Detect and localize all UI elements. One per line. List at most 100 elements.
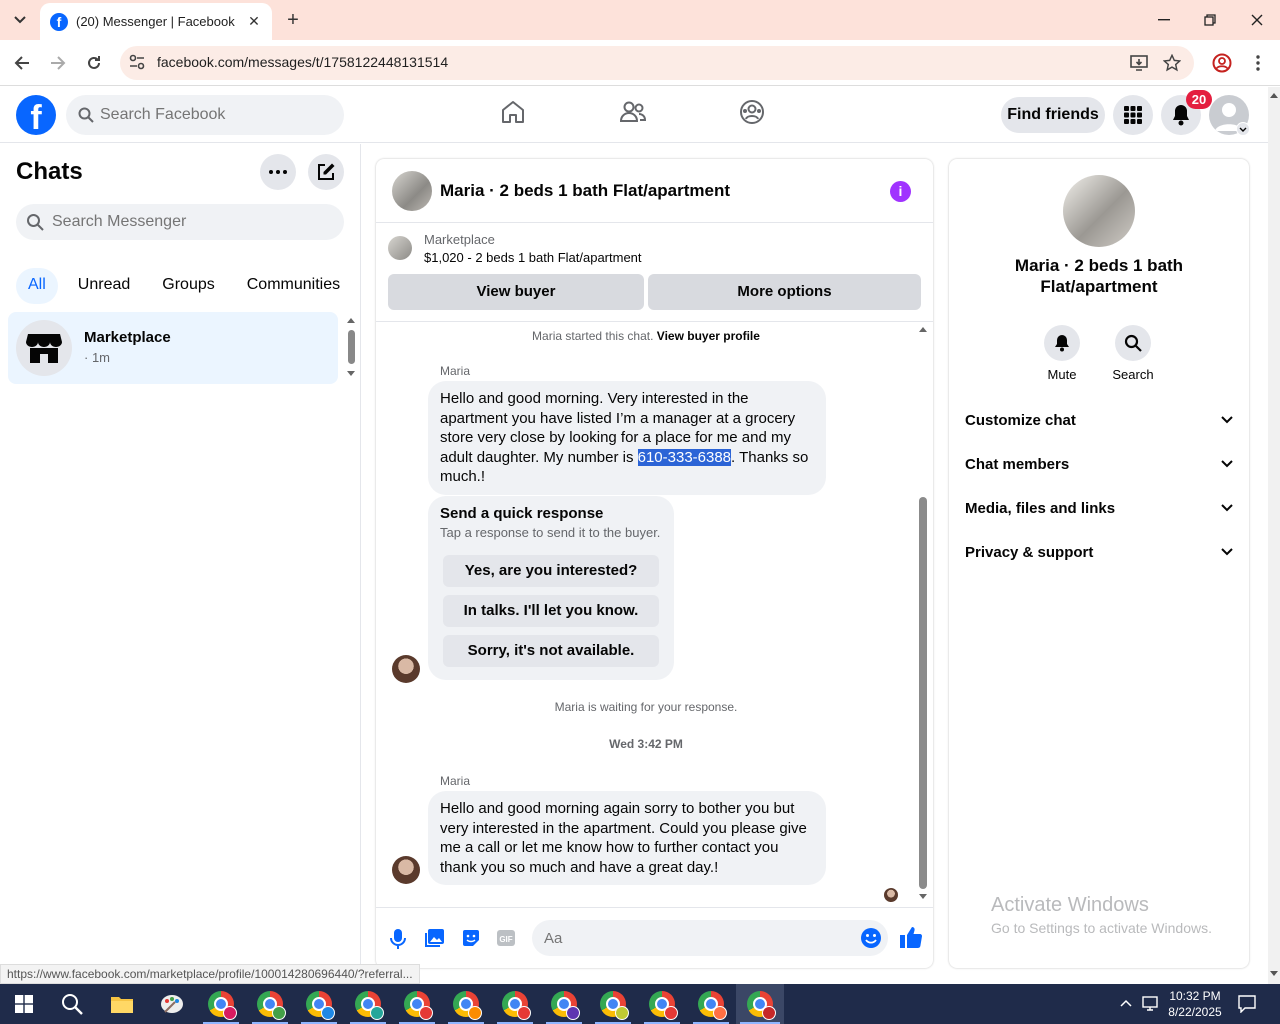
browser-tab[interactable]: f (20) Messenger | Facebook ✕ (40, 3, 272, 40)
browser-tab-strip: f (20) Messenger | Facebook ✕ + (0, 0, 1280, 40)
info-icon[interactable]: i (890, 181, 911, 202)
taskbar-clock[interactable]: 10:32 PM 8/22/2025 (1160, 988, 1230, 1020)
chrome-profile-icon[interactable] (491, 984, 539, 1024)
chrome-profile-icon[interactable] (393, 984, 441, 1024)
chat-started-note: Maria started this chat. View buyer prof… (376, 329, 916, 343)
new-message-icon[interactable] (308, 154, 344, 190)
photo-icon[interactable] (425, 928, 445, 948)
bell-icon (1044, 325, 1080, 361)
chrome-profile-icon[interactable] (638, 984, 686, 1024)
tray-chevron-up-icon[interactable] (1120, 999, 1132, 1007)
listing-thumbnail[interactable] (392, 171, 432, 211)
chat-started-text: Maria started this chat. (532, 329, 654, 343)
conversation-title[interactable]: Maria · 2 beds 1 bath Flat/apartment (440, 181, 730, 201)
quick-response-option[interactable]: In talks. I'll let you know. (443, 595, 659, 627)
sender-avatar[interactable] (392, 655, 420, 683)
quick-response-subtitle: Tap a response to send it to the buyer. (440, 524, 661, 540)
listing-image[interactable] (1063, 175, 1135, 247)
home-icon[interactable] (500, 99, 526, 125)
chrome-profile-icon[interactable] (687, 984, 735, 1024)
section-label: Chat members (965, 455, 1070, 473)
chat-options-icon[interactable] (260, 154, 296, 190)
browser-menu-icon[interactable] (1245, 50, 1271, 76)
friends-icon[interactable] (619, 99, 647, 125)
close-window-icon[interactable] (1245, 8, 1269, 32)
chevron-down-icon (1221, 504, 1233, 512)
reload-icon[interactable] (81, 50, 107, 76)
message-composer: GIF (376, 907, 933, 968)
forward-icon[interactable] (45, 50, 71, 76)
tab-search-dropdown-icon[interactable] (8, 8, 32, 32)
windows-start-icon[interactable] (0, 984, 48, 1024)
chrome-profile-icon[interactable] (736, 984, 784, 1024)
sender-avatar[interactable] (392, 856, 420, 884)
chrome-profile-icon[interactable] (197, 984, 245, 1024)
quick-response-option[interactable]: Yes, are you interested? (443, 555, 659, 587)
filter-communities[interactable]: Communities (235, 268, 352, 304)
privacy-support-section[interactable]: Privacy & support (965, 532, 1233, 572)
filter-groups[interactable]: Groups (150, 268, 226, 304)
microphone-icon[interactable] (390, 928, 406, 950)
install-app-icon[interactable] (1130, 54, 1148, 72)
facebook-header: f Find friends 20 (0, 87, 1268, 143)
mute-label: Mute (1047, 367, 1077, 382)
listing-title[interactable]: $1,020 - 2 beds 1 bath Flat/apartment (424, 250, 642, 265)
messenger-search[interactable] (16, 204, 344, 240)
thumbs-up-icon[interactable] (899, 925, 923, 949)
site-info-icon[interactable] (128, 53, 146, 71)
message-input[interactable] (544, 920, 844, 956)
messenger-search-input[interactable] (52, 204, 332, 240)
facebook-logo-icon[interactable]: f (16, 95, 56, 135)
view-buyer-profile-link[interactable]: View buyer profile (657, 329, 760, 343)
sidebar-scrollbar[interactable] (346, 316, 356, 378)
back-icon[interactable] (9, 50, 35, 76)
conversation-scrollbar[interactable] (917, 323, 929, 903)
clock-time: 10:32 PM (1169, 989, 1221, 1003)
quick-response-option[interactable]: Sorry, it's not available. (443, 635, 659, 667)
new-tab-button[interactable]: + (282, 8, 304, 32)
address-bar[interactable]: facebook.com/messages/t/1758122448131514 (120, 46, 1194, 80)
mute-action[interactable]: Mute (1034, 325, 1090, 382)
find-friends-button[interactable]: Find friends (1001, 97, 1105, 133)
gif-icon[interactable]: GIF (496, 928, 516, 948)
emoji-icon[interactable] (860, 927, 882, 949)
view-buyer-button[interactable]: View buyer (388, 274, 644, 310)
message-input-box[interactable] (532, 920, 888, 956)
restore-window-icon[interactable] (1198, 8, 1222, 32)
chrome-profile-icon[interactable] (442, 984, 490, 1024)
chrome-profile-icon[interactable] (344, 984, 392, 1024)
filter-unread[interactable]: Unread (66, 268, 142, 304)
more-options-button[interactable]: More options (648, 274, 921, 310)
chat-list-item[interactable]: Marketplace · 1m (8, 312, 338, 384)
minimize-window-icon[interactable] (1152, 8, 1176, 32)
paint-app-icon[interactable] (148, 984, 196, 1024)
chat-members-section[interactable]: Chat members (965, 444, 1233, 484)
notification-center-icon[interactable] (1238, 995, 1256, 1013)
chrome-profile-icon[interactable] (540, 984, 588, 1024)
network-icon[interactable] (1142, 996, 1160, 1012)
close-tab-icon[interactable]: ✕ (242, 13, 266, 30)
groups-icon[interactable] (739, 99, 765, 125)
chats-sidebar: Chats All Unread Groups Communities Mark… (0, 144, 361, 984)
facebook-search-input[interactable] (100, 95, 330, 135)
sticker-icon[interactable] (461, 928, 481, 948)
link-status-bubble: https://www.facebook.com/marketplace/pro… (0, 964, 420, 984)
customize-chat-section[interactable]: Customize chat (965, 400, 1233, 440)
chrome-profile-icon[interactable] (589, 984, 637, 1024)
media-files-links-section[interactable]: Media, files and links (965, 488, 1233, 528)
account-chevron-down-icon[interactable] (1236, 122, 1250, 136)
chrome-profile-icon[interactable] (246, 984, 294, 1024)
chrome-profile-icon[interactable] (295, 984, 343, 1024)
taskbar-search-icon[interactable] (48, 984, 96, 1024)
chat-time: · 1m (84, 350, 110, 365)
filter-all[interactable]: All (16, 268, 58, 304)
search-label: Search (1112, 367, 1154, 382)
file-explorer-icon[interactable] (98, 984, 146, 1024)
facebook-search[interactable] (66, 95, 344, 135)
marketplace-listing-bar: Marketplace $1,020 - 2 beds 1 bath Flat/… (376, 224, 933, 322)
profile-icon[interactable] (1209, 50, 1235, 76)
page-scrollbar[interactable] (1268, 87, 1280, 984)
menu-grid-icon[interactable] (1113, 95, 1153, 135)
bookmark-star-icon[interactable] (1163, 54, 1181, 72)
search-action[interactable]: Search (1105, 325, 1161, 382)
